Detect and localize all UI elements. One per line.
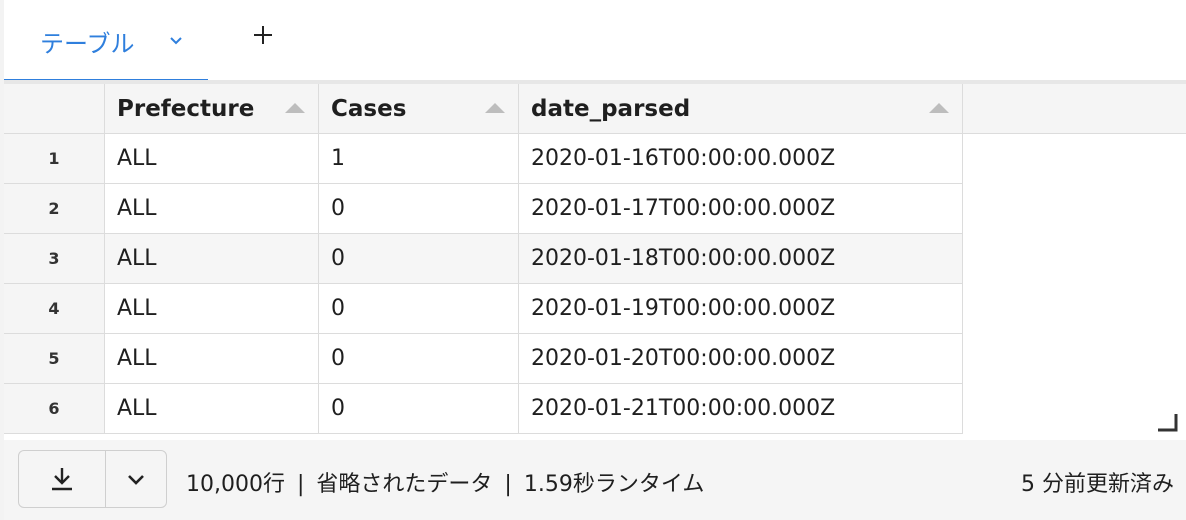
row-index: 3: [4, 234, 105, 284]
column-header-prefecture[interactable]: Prefecture: [105, 84, 319, 134]
results-table: Prefecture Cases date_parsed 1 ALL 1 202…: [4, 84, 1186, 434]
header-filler: [963, 84, 1186, 134]
column-header-label: Cases: [331, 95, 407, 122]
plus-icon[interactable]: [248, 20, 278, 50]
download-options-button[interactable]: [105, 450, 167, 508]
resize-handle-icon[interactable]: [1154, 412, 1178, 432]
column-header-cases[interactable]: Cases: [319, 84, 519, 134]
tab-bar: テーブル: [4, 0, 1186, 84]
download-button[interactable]: [18, 450, 106, 508]
cell-date-parsed[interactable]: 2020-01-21T00:00:00.000Z: [519, 384, 963, 434]
cell-date-parsed[interactable]: 2020-01-17T00:00:00.000Z: [519, 184, 963, 234]
row-count: 10,000行: [186, 472, 285, 497]
sort-ascending-icon[interactable]: [284, 100, 306, 116]
row-index-header: [4, 84, 105, 134]
cell-date-parsed[interactable]: 2020-01-20T00:00:00.000Z: [519, 334, 963, 384]
download-icon: [52, 468, 72, 491]
result-status: 10,000行 | 省略されたデータ | 1.59秒ランタイム: [186, 466, 704, 498]
sort-ascending-icon[interactable]: [484, 100, 506, 116]
last-refreshed: 5 分前更新済み: [1021, 472, 1174, 497]
row-index: 4: [4, 284, 105, 334]
cell-cases[interactable]: 1: [319, 134, 519, 184]
row-index: 2: [4, 184, 105, 234]
cell-date-parsed[interactable]: 2020-01-16T00:00:00.000Z: [519, 134, 963, 184]
results-footer: 10,000行 | 省略されたデータ | 1.59秒ランタイム 5 分前更新済み: [4, 440, 1186, 520]
cell-date-parsed[interactable]: 2020-01-19T00:00:00.000Z: [519, 284, 963, 334]
cell-prefecture[interactable]: ALL: [105, 184, 319, 234]
truncated-data-label: 省略されたデータ: [316, 472, 493, 497]
column-header-label: Prefecture: [117, 95, 255, 122]
cell-prefecture[interactable]: ALL: [105, 384, 319, 434]
separator: |: [296, 472, 305, 497]
cell-cases[interactable]: 0: [319, 384, 519, 434]
tab-label: テーブル: [40, 29, 135, 58]
cell-date-parsed[interactable]: 2020-01-18T00:00:00.000Z: [519, 234, 963, 284]
chevron-down-icon: [128, 475, 144, 485]
cell-cases[interactable]: 0: [319, 184, 519, 234]
cell-prefecture[interactable]: ALL: [105, 234, 319, 284]
cell-prefecture[interactable]: ALL: [105, 284, 319, 334]
column-header-label: date_parsed: [531, 95, 691, 122]
row-index: 5: [4, 334, 105, 384]
cell-cases[interactable]: 0: [319, 284, 519, 334]
chevron-down-icon[interactable]: [165, 30, 187, 52]
row-index: 1: [4, 134, 105, 184]
sort-ascending-icon[interactable]: [928, 100, 950, 116]
row-index: 6: [4, 384, 105, 434]
tab-table[interactable]: テーブル: [4, 0, 208, 82]
separator: |: [504, 472, 512, 497]
cell-prefecture[interactable]: ALL: [105, 334, 319, 384]
cell-cases[interactable]: 0: [319, 334, 519, 384]
column-header-date-parsed[interactable]: date_parsed: [519, 84, 963, 134]
runtime: 1.59秒ランタイム: [523, 472, 705, 497]
cell-prefecture[interactable]: ALL: [105, 134, 319, 184]
cell-cases[interactable]: 0: [319, 234, 519, 284]
